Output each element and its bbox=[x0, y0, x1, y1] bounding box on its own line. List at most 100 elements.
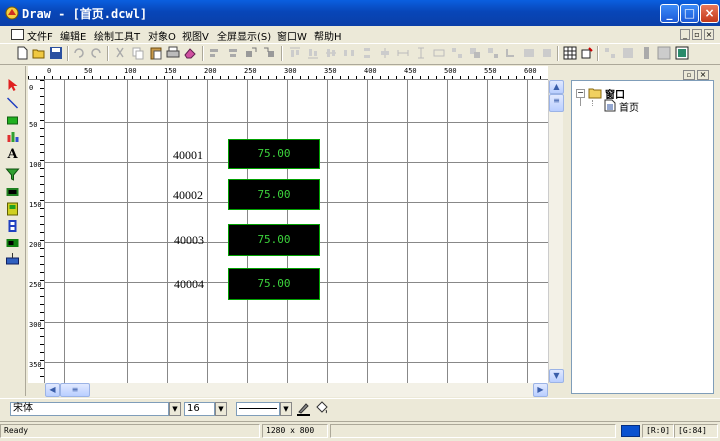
horizontal-scrollbar[interactable]: ◀ ≡ ▶ bbox=[45, 383, 548, 397]
distribute-v-icon[interactable] bbox=[360, 46, 374, 60]
chart-icon[interactable] bbox=[5, 129, 20, 143]
menu-view[interactable]: 视图V bbox=[182, 28, 209, 43]
flip-icon[interactable] bbox=[522, 46, 536, 60]
menu-edit[interactable]: 编辑E bbox=[60, 28, 86, 43]
vertical-scrollbar[interactable]: ▲ ≡ ▼ bbox=[548, 80, 564, 383]
scroll-up-button[interactable]: ▲ bbox=[549, 80, 564, 94]
align-left-icon[interactable] bbox=[208, 46, 222, 60]
copy-icon[interactable] bbox=[131, 46, 145, 60]
fill-color-icon[interactable] bbox=[314, 401, 329, 416]
panel-close-button[interactable]: × bbox=[697, 70, 709, 80]
line-style-dropdown-button[interactable]: ▼ bbox=[280, 402, 292, 416]
ungroup-icon[interactable] bbox=[486, 46, 500, 60]
rotate-icon[interactable] bbox=[504, 46, 518, 60]
mdi-close-button[interactable]: × bbox=[704, 29, 714, 40]
font-name-dropdown-button[interactable]: ▼ bbox=[169, 402, 181, 416]
tree-collapse-toggle[interactable]: − bbox=[576, 89, 585, 98]
ruler-label: 400 bbox=[364, 67, 377, 75]
open-icon[interactable] bbox=[32, 46, 46, 60]
ruler-label: 250 bbox=[244, 67, 257, 75]
lock-icon[interactable] bbox=[540, 46, 554, 60]
scroll-thumb[interactable]: ≡ bbox=[60, 383, 90, 397]
ruler-label: 250 bbox=[29, 281, 42, 289]
menu-help[interactable]: 帮助H bbox=[314, 28, 342, 43]
center-h-icon[interactable] bbox=[378, 46, 392, 60]
menu-fullscreen[interactable]: 全屏显示(S) bbox=[217, 28, 271, 43]
group-icon[interactable] bbox=[468, 46, 482, 60]
rectangle-icon[interactable] bbox=[5, 113, 20, 127]
same-size-icon[interactable] bbox=[432, 46, 446, 60]
print-icon[interactable] bbox=[166, 46, 180, 60]
eraser-icon[interactable] bbox=[183, 46, 197, 60]
align-top-icon[interactable] bbox=[288, 46, 302, 60]
menu-file[interactable]: 文件F bbox=[27, 28, 53, 43]
document-icon[interactable] bbox=[11, 29, 24, 40]
switch-icon[interactable] bbox=[5, 219, 20, 233]
value-display[interactable]: 75.00 bbox=[228, 268, 320, 300]
drawing-canvas[interactable]: 40001 75.00 40002 75.00 40003 75.00 4000… bbox=[45, 80, 548, 383]
ruler-label: 50 bbox=[84, 67, 93, 75]
mdi-restore-button[interactable]: ▫ bbox=[692, 29, 702, 40]
paste-icon[interactable] bbox=[149, 46, 163, 60]
same-width-icon[interactable] bbox=[396, 46, 410, 60]
tree-line bbox=[580, 98, 581, 106]
bar-tool-icon[interactable] bbox=[639, 46, 653, 60]
ruler-label: 0 bbox=[29, 84, 34, 92]
tree-child-label[interactable]: 首页 bbox=[619, 99, 639, 114]
line-icon[interactable] bbox=[5, 96, 20, 110]
panel-icon[interactable] bbox=[657, 46, 671, 60]
grid-icon[interactable] bbox=[563, 46, 577, 60]
font-name-select[interactable]: 宋体 bbox=[10, 402, 169, 416]
monitor-icon[interactable] bbox=[675, 46, 689, 60]
button-icon[interactable] bbox=[5, 252, 20, 266]
filter-icon[interactable] bbox=[5, 167, 20, 181]
new-icon[interactable] bbox=[15, 46, 29, 60]
line-color-icon[interactable] bbox=[296, 401, 311, 416]
align-center-icon[interactable] bbox=[226, 46, 240, 60]
font-size-select[interactable]: 16 bbox=[184, 402, 215, 416]
font-size-dropdown-button[interactable]: ▼ bbox=[215, 402, 227, 416]
snap-icon[interactable] bbox=[580, 46, 594, 60]
layout-icon[interactable] bbox=[603, 46, 617, 60]
distribute-h-icon[interactable] bbox=[342, 46, 356, 60]
line-style-select[interactable] bbox=[236, 402, 280, 416]
meter-icon[interactable] bbox=[5, 202, 20, 216]
toolbar-separator bbox=[281, 46, 283, 61]
scroll-thumb[interactable]: ≡ bbox=[549, 94, 564, 112]
save-icon[interactable] bbox=[49, 46, 63, 60]
value-display[interactable]: 75.00 bbox=[228, 224, 320, 256]
space-equal-icon[interactable] bbox=[450, 46, 464, 60]
toolbar-separator bbox=[67, 46, 69, 61]
same-height-icon[interactable] bbox=[414, 46, 428, 60]
ruler-label: 200 bbox=[204, 67, 217, 75]
send-back-icon[interactable] bbox=[262, 46, 276, 60]
menu-object[interactable]: 对象O bbox=[148, 28, 176, 43]
align-bottom-icon[interactable] bbox=[306, 46, 320, 60]
scroll-right-button[interactable]: ▶ bbox=[533, 383, 548, 397]
tile-icon[interactable] bbox=[621, 46, 635, 60]
bring-front-icon[interactable] bbox=[244, 46, 258, 60]
redo-icon[interactable] bbox=[89, 46, 103, 60]
close-button[interactable]: × bbox=[700, 4, 719, 23]
undo-icon[interactable] bbox=[72, 46, 86, 60]
minimize-button[interactable]: _ bbox=[660, 4, 679, 23]
panel-restore-button[interactable]: ▫ bbox=[683, 70, 695, 80]
menu-window[interactable]: 窗口W bbox=[277, 28, 307, 43]
value-display[interactable]: 75.00 bbox=[228, 139, 320, 169]
register-label: 40004 bbox=[174, 277, 204, 291]
value-display[interactable]: 75.00 bbox=[228, 179, 320, 210]
mdi-minimize-button[interactable]: _ bbox=[680, 29, 690, 40]
ruler-label: 550 bbox=[484, 67, 497, 75]
align-middle-icon[interactable] bbox=[324, 46, 338, 60]
menu-draw-tools[interactable]: 绘制工具T bbox=[94, 28, 140, 43]
ruler-label: 600 bbox=[524, 67, 537, 75]
text-icon[interactable]: A bbox=[5, 146, 20, 160]
app-logo-icon bbox=[5, 6, 19, 20]
indicator-icon[interactable] bbox=[5, 236, 20, 250]
bitmap-icon[interactable] bbox=[5, 185, 20, 199]
pointer-icon[interactable] bbox=[5, 78, 20, 92]
maximize-button[interactable]: □ bbox=[680, 4, 699, 23]
scroll-left-button[interactable]: ◀ bbox=[45, 383, 60, 397]
scroll-down-button[interactable]: ▼ bbox=[549, 369, 564, 383]
cut-icon[interactable] bbox=[113, 46, 127, 60]
